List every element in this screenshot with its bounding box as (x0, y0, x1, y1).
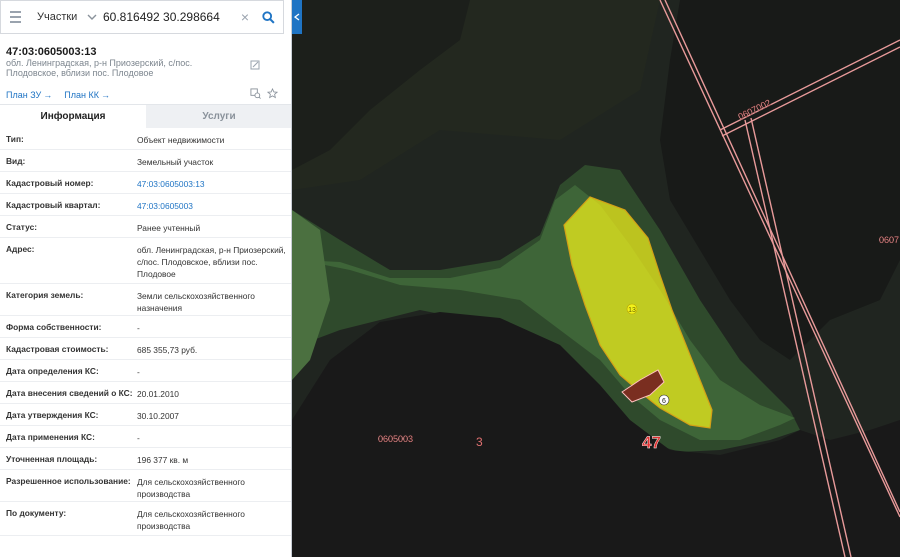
plan-kk-link[interactable]: План КК → (64, 90, 110, 100)
info-row: Адрес: обл. Ленинградская, р-н Приозерски… (0, 238, 291, 284)
info-value: 20.01.2010 (137, 389, 179, 399)
info-value: - (137, 433, 140, 443)
info-key: Категория земель: (6, 290, 84, 300)
quarter-label-east: 0607 (879, 235, 899, 245)
info-row: Дата определения КС: - (0, 360, 291, 382)
quarter-label-west: 0605003 (378, 434, 413, 444)
info-row: Дата применения КС: - (0, 426, 291, 448)
info-value: Земли сельскохозяйственного назначения (137, 291, 255, 313)
parcel-address: обл. Ленинградская, р-н Приозерский, с/п… (6, 58, 193, 78)
info-key: Адрес: (6, 244, 35, 254)
star-icon[interactable] (267, 88, 278, 99)
info-value-link[interactable]: 47:03:0605003 (137, 200, 291, 215)
info-table: Тип: Объект недвижимости Вид: Земельный уча… (0, 128, 291, 536)
plan-zu-link[interactable]: План ЗУ → (6, 90, 52, 100)
info-value: 30.10.2007 (137, 411, 179, 421)
info-key: Дата применения КС: (6, 432, 95, 442)
info-row: Дата внесения сведений о КС: 20.01.2010 (0, 382, 291, 404)
info-row: Вид: Земельный участок (0, 150, 291, 172)
parcel-number-title: 47:03:0605003:13 (6, 46, 97, 58)
info-key: Дата внесения сведений о КС: (6, 388, 133, 398)
panel-tools (250, 88, 278, 99)
info-value: Для сельскохозяйственного производства (137, 477, 245, 499)
panel-tabs: Информация Услуги (0, 104, 291, 128)
info-key: Дата утверждения КС: (6, 410, 99, 420)
chevron-left-icon (294, 13, 300, 21)
info-value: - (137, 323, 140, 333)
info-panel: Участки 60.816492 30.298664 × 47:03:0605… (0, 0, 292, 557)
info-row: Форма собственности: - (0, 316, 291, 338)
info-value: 685 355,73 руб. (137, 345, 198, 355)
info-key: Форма собственности: (6, 322, 102, 332)
info-row: Кадастровый квартал: 47:03:0605003 (0, 194, 291, 216)
clear-icon[interactable]: × (237, 9, 253, 25)
region-label: 47 (642, 433, 661, 452)
info-value-link[interactable]: 47:03:0605003:13 (137, 178, 291, 193)
tab-services[interactable]: Услуги (146, 105, 291, 128)
info-row: Разрешенное использование: Для сельскохоз… (0, 470, 291, 502)
info-value: Земельный участок (137, 157, 214, 167)
info-value: 196 377 кв. м (137, 455, 189, 465)
info-row: Дата утверждения КС: 30.10.2007 (0, 404, 291, 426)
info-key: Уточненная площадь: (6, 454, 98, 464)
info-key: Кадастровый номер: (6, 178, 94, 188)
info-key: Вид: (6, 156, 26, 166)
info-key: Кадастровая стоимость: (6, 344, 109, 354)
info-key: По документу: (6, 508, 67, 518)
search-input[interactable]: 60.816492 30.298664 (103, 10, 237, 24)
info-key: Тип: (6, 134, 24, 144)
search-type-select[interactable]: Участки (29, 11, 87, 23)
info-key: Разрешенное использование: (6, 476, 131, 486)
info-row: Уточненная площадь: 196 377 кв. м (0, 448, 291, 470)
info-row: Категория земель: Земли сельскохозяйствен… (0, 284, 291, 316)
parcel-number-label: 13 (628, 307, 636, 314)
info-value: Для сельскохозяйственного производства (137, 509, 245, 531)
info-row: Тип: Объект недвижимости (0, 128, 291, 150)
info-key: Дата определения КС: (6, 366, 99, 376)
district-label-small: 3 (476, 435, 483, 449)
search-button[interactable] (253, 0, 283, 34)
plan-links: План ЗУ → План КК → (6, 90, 110, 100)
info-value: Ранее учтенный (137, 223, 201, 233)
collapse-panel-tab[interactable] (292, 0, 302, 34)
zoom-to-icon[interactable] (250, 88, 261, 99)
edit-icon[interactable] (250, 60, 260, 70)
info-key: Кадастровый квартал: (6, 200, 101, 210)
small-parcel-label: 6 (662, 398, 666, 405)
chevron-down-icon[interactable] (87, 13, 97, 21)
tab-information[interactable]: Информация (0, 105, 146, 128)
info-value: - (137, 367, 140, 377)
info-value: Объект недвижимости (137, 135, 225, 145)
search-icon (261, 10, 275, 24)
info-key: Статус: (6, 222, 38, 232)
search-bar: Участки 60.816492 30.298664 × (0, 0, 284, 34)
info-row: По документу: Для сельскохозяйственного п… (0, 502, 291, 536)
info-row: Кадастровая стоимость: 685 355,73 руб. (0, 338, 291, 360)
info-row: Кадастровый номер: 47:03:0605003:13 (0, 172, 291, 194)
menu-icon[interactable] (1, 0, 29, 34)
info-value: обл. Ленинградская, р-н Приозерский, с/п… (137, 245, 286, 279)
info-row: Статус: Ранее учтенный (0, 216, 291, 238)
